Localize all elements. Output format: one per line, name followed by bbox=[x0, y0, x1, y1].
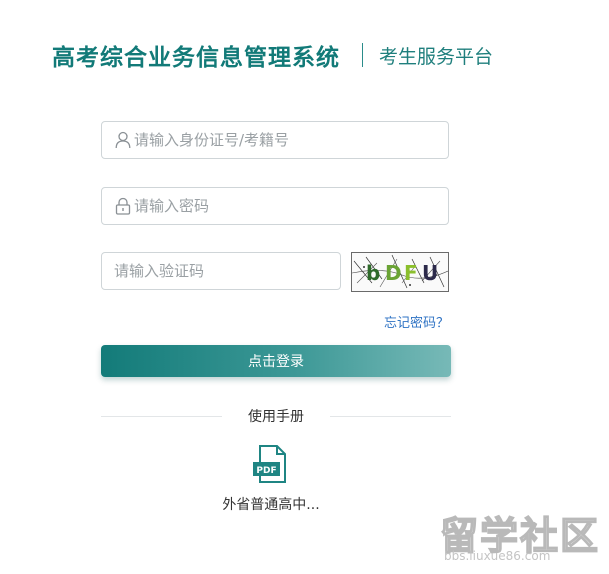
watermark-url: bbs.liuxue86.com bbox=[444, 549, 551, 563]
user-icon bbox=[114, 130, 132, 150]
header-divider bbox=[362, 43, 363, 67]
captcha-char-2: D bbox=[385, 261, 402, 285]
captcha-graphic: b D F U bbox=[352, 254, 448, 289]
captcha-input[interactable] bbox=[114, 262, 334, 280]
manual-doc-link[interactable]: PDF 外省普通高中... bbox=[201, 444, 341, 514]
pdf-file-icon: PDF bbox=[251, 444, 291, 486]
captcha-field[interactable] bbox=[101, 252, 341, 290]
captcha-image[interactable]: b D F U bbox=[351, 252, 449, 292]
forgot-password-link[interactable]: 忘记密码？ bbox=[384, 312, 449, 331]
page-header: 高考综合业务信息管理系统 考生服务平台 bbox=[52, 38, 493, 72]
lock-icon bbox=[114, 196, 132, 216]
pdf-label: PDF bbox=[256, 466, 276, 476]
divider-right bbox=[330, 415, 451, 417]
login-button[interactable]: 点击登录 bbox=[101, 345, 451, 377]
divider-left bbox=[101, 415, 222, 417]
manual-section-header: 使用手册 bbox=[101, 405, 451, 427]
system-title: 高考综合业务信息管理系统 bbox=[52, 45, 340, 71]
password-input[interactable] bbox=[134, 197, 434, 215]
login-page: 高考综合业务信息管理系统 考生服务平台 请输入身份证号/考籍号 请输入验证码 b… bbox=[0, 0, 609, 574]
platform-subtitle: 考生服务平台 bbox=[379, 45, 494, 68]
password-field[interactable] bbox=[101, 187, 449, 225]
site-watermark: 留学社区 bbs.liuxue86.com bbox=[438, 505, 603, 567]
captcha-char-4: U bbox=[422, 261, 438, 285]
id-input[interactable] bbox=[134, 131, 434, 149]
manual-doc-name: 外省普通高中... bbox=[222, 497, 320, 513]
id-field[interactable] bbox=[101, 121, 449, 159]
captcha-char-1: b bbox=[366, 261, 380, 285]
manual-title: 使用手册 bbox=[248, 409, 304, 425]
captcha-char-3: F bbox=[404, 261, 418, 285]
